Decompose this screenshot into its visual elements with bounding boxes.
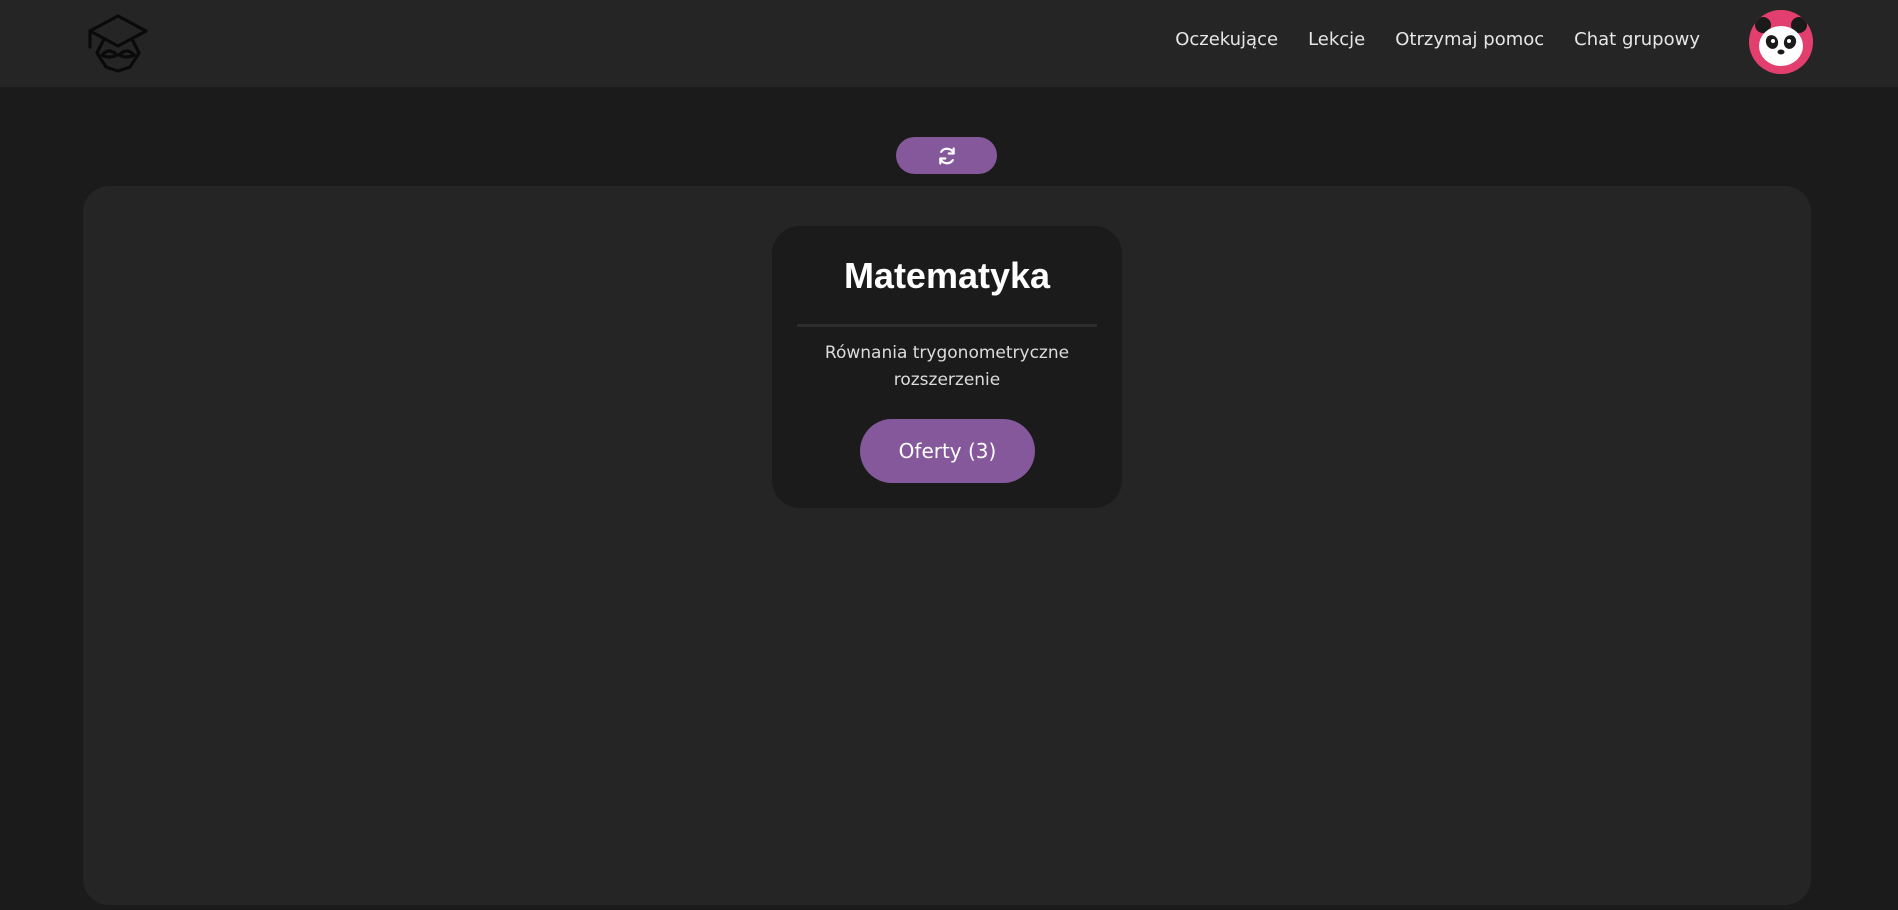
nav-link-group-chat[interactable]: Chat grupowy bbox=[1574, 28, 1700, 52]
card-divider bbox=[797, 324, 1097, 327]
refresh-icon bbox=[938, 146, 955, 165]
request-card: Matematyka Równania trygonometryczne roz… bbox=[772, 226, 1122, 508]
top-navbar: Oczekujące Lekcje Otrzymaj pomoc Chat gr… bbox=[0, 0, 1898, 87]
panda-avatar-icon bbox=[1749, 10, 1813, 74]
refresh-button[interactable] bbox=[896, 137, 997, 174]
card-topic: Równania trygonometryczne rozszerzenie bbox=[824, 343, 1070, 390]
nav-link-get-help[interactable]: Otrzymaj pomoc bbox=[1395, 28, 1544, 52]
offers-button[interactable]: Oferty (3) bbox=[860, 419, 1035, 483]
nav-link-lessons[interactable]: Lekcje bbox=[1308, 28, 1365, 52]
main-nav: Oczekujące Lekcje Otrzymaj pomoc Chat gr… bbox=[1175, 28, 1700, 52]
user-avatar[interactable] bbox=[1749, 10, 1813, 74]
nav-link-pending[interactable]: Oczekujące bbox=[1175, 28, 1278, 52]
logo-icon[interactable] bbox=[84, 9, 152, 73]
card-subject: Matematyka bbox=[843, 255, 1051, 296]
